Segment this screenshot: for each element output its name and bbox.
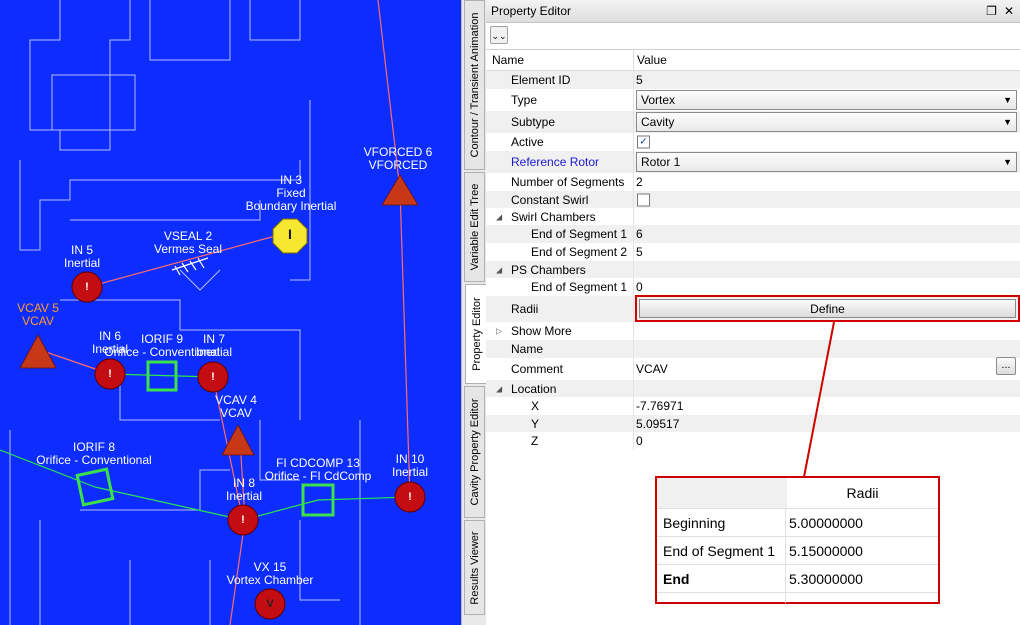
radii-table: Radii Beginning 5.00000000 End of Segmen… <box>655 476 940 604</box>
radii-row-end-seg1: End of Segment 1 5.15000000 <box>657 536 938 565</box>
radii-header: Radii <box>846 485 879 501</box>
radii-value-cell[interactable]: 5.30000000 <box>789 571 863 587</box>
radii-row-end: End 5.30000000 <box>657 564 938 593</box>
radii-value-cell[interactable]: 5.00000000 <box>789 515 863 531</box>
radii-corner <box>657 478 787 508</box>
radii-row-beginning: Beginning 5.00000000 <box>657 508 938 537</box>
radii-value-cell[interactable]: 5.15000000 <box>789 543 863 559</box>
